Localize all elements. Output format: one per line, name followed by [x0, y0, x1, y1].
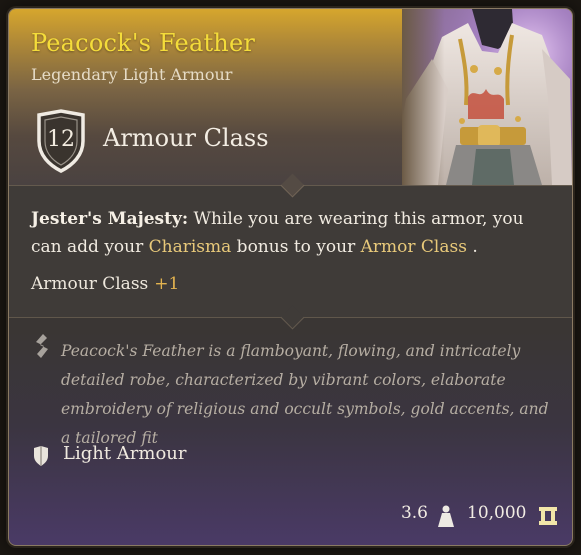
bonus-label: Armour Class: [31, 274, 149, 294]
gold-coin-icon: [539, 507, 557, 525]
keyword-armor-class[interactable]: Armor Class: [361, 237, 467, 257]
passive-description: Jester's Majesty: While you are wearing …: [31, 205, 541, 261]
item-lore-description: Peacock's Feather is a flamboyant, flowi…: [61, 342, 549, 447]
weight-icon: [438, 505, 454, 527]
item-tooltip: Peacock's Feather Legendary Light Armour…: [8, 8, 573, 546]
tooltip-header: Peacock's Feather Legendary Light Armour…: [9, 9, 572, 185]
gold-value: 10,000: [467, 503, 527, 523]
weight-value: 3.6: [400, 503, 428, 523]
bonus-value: +1: [154, 274, 180, 294]
item-rarity-type: Legendary Light Armour: [31, 65, 233, 84]
keyword-charisma[interactable]: Charisma: [149, 237, 232, 257]
passive-text-3: .: [466, 237, 478, 257]
armour-class-label: Armour Class: [103, 124, 269, 152]
passive-text-2: bonus to your: [231, 237, 361, 257]
armour-category: Light Armour: [63, 443, 187, 464]
item-portrait: [402, 9, 572, 185]
armour-class-value: 12: [47, 127, 75, 152]
item-name: Peacock's Feather: [31, 29, 256, 57]
passive-name: Jester's Majesty:: [31, 209, 189, 229]
armour-class-bonus: Armour Class +1: [31, 274, 179, 294]
feather-quill-icon: [36, 334, 48, 358]
light-armour-icon: [34, 446, 48, 466]
